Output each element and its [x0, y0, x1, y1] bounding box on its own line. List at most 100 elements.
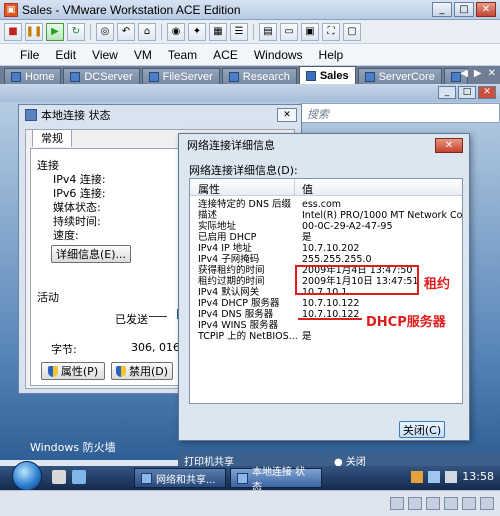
details-titlebar: 网络连接详细信息 ✕	[179, 134, 469, 156]
lease-annotation: 租约	[424, 277, 451, 292]
tabs-icon[interactable]: ▢	[343, 22, 361, 41]
tab-next-icon[interactable]: ▶	[474, 68, 482, 79]
menu-edit[interactable]: Edit	[55, 48, 76, 62]
start-button[interactable]	[12, 461, 42, 491]
minimize-icon[interactable]: _	[432, 2, 452, 17]
table-row[interactable]: 已启用 DHCP 是	[190, 232, 462, 243]
ace-icon[interactable]: ✦	[188, 22, 206, 41]
vm-tab-strip: Home DCServer FileServer Research Sales …	[0, 66, 500, 84]
menu-view[interactable]: View	[92, 48, 118, 62]
menu-windows[interactable]: Windows	[254, 48, 303, 62]
home-icon	[11, 71, 21, 82]
disable-button[interactable]: 禁用(D)	[111, 362, 173, 380]
hard-disk-icon[interactable]	[390, 497, 404, 510]
volume-icon[interactable]	[445, 470, 458, 483]
device-icons	[390, 497, 494, 510]
tab-servercore[interactable]: ServerCore	[357, 68, 442, 84]
table-row[interactable]: IPv4 DHCP 服务器 10.7.10.122	[190, 298, 462, 309]
tab-navigation: ◀ ▶ ✕	[460, 68, 496, 79]
quick-launch	[52, 470, 86, 484]
firewall-label[interactable]: Windows 防火墙	[30, 439, 116, 455]
vm-icon	[364, 71, 375, 82]
properties-button[interactable]: 属性(P)	[41, 362, 105, 380]
sound-icon[interactable]	[462, 497, 476, 510]
suspend-icon[interactable]: ❚❚	[25, 22, 43, 41]
network-icon	[141, 472, 152, 484]
taskbar-connection-status[interactable]: 本地连接 状态	[230, 467, 322, 493]
minimize-icon[interactable]: _	[438, 86, 456, 99]
show-desktop-icon[interactable]	[52, 470, 66, 484]
console-icon[interactable]: ▭	[280, 22, 298, 41]
package-icon[interactable]: ▦	[209, 22, 227, 41]
menu-bar: File Edit View VM Team ACE Windows Help	[0, 44, 500, 66]
table-row[interactable]: IPv4 IP 地址 10.7.10.202	[190, 243, 462, 254]
close-icon[interactable]: ✕	[435, 138, 463, 153]
table-row[interactable]: 连接特定的 DNS 后缀 ess.com	[190, 199, 462, 210]
background-window-titlebar: _ □ ✕	[0, 84, 500, 102]
power-off-icon[interactable]: ■	[4, 22, 22, 41]
cdrom-icon[interactable]	[408, 497, 422, 510]
maximize-icon[interactable]: □	[454, 2, 474, 17]
full-screen-icon[interactable]: ⛶	[322, 22, 340, 41]
bytes-label: 字节:	[51, 343, 77, 356]
vm-icon	[228, 71, 239, 82]
snapshot-manager-icon[interactable]: ⌂	[138, 22, 156, 41]
tab-dcserver[interactable]: DCServer	[63, 68, 140, 84]
usb-icon[interactable]	[444, 497, 458, 510]
menu-vm[interactable]: VM	[134, 48, 152, 62]
vmware-logo-icon: ▣	[4, 2, 18, 17]
window-title: Sales - VMware Workstation ACE Edition	[22, 2, 241, 17]
close-icon[interactable]: ✕	[277, 108, 297, 122]
bytes-sent-value: 306, 016	[131, 341, 180, 354]
column-property[interactable]: 属性	[198, 181, 220, 197]
details-button[interactable]: 详细信息(E)...	[51, 245, 131, 263]
message-icon[interactable]	[480, 497, 494, 510]
vm-icon	[148, 71, 159, 82]
table-row[interactable]: TCPIP 上的 NetBIOS... 是	[190, 331, 462, 342]
tab-sales[interactable]: Sales	[298, 66, 356, 84]
reset-icon[interactable]: ↻	[67, 22, 85, 41]
switch-windows-icon[interactable]	[72, 470, 86, 484]
dhcp-server-annotation: DHCP服务器	[366, 315, 446, 330]
quick-switch-icon[interactable]: ▣	[301, 22, 319, 41]
clock[interactable]: 13:58	[462, 470, 494, 483]
close-button[interactable]: 关闭(C)	[399, 421, 445, 438]
network-tray-icon[interactable]	[428, 470, 441, 483]
menu-ace[interactable]: ACE	[213, 48, 238, 62]
vm-icon	[70, 71, 81, 82]
snapshot-icon[interactable]: ◎	[96, 22, 114, 41]
notification-area: 13:58	[411, 470, 494, 483]
status-window-title: 本地连接 状态	[41, 109, 111, 122]
details-caption: 网络连接详细信息(D):	[189, 164, 298, 177]
sidebar-icon[interactable]: ▤	[259, 22, 277, 41]
tab-research[interactable]: Research	[221, 68, 297, 84]
network-icon	[25, 109, 37, 121]
close-icon[interactable]: ✕	[478, 86, 496, 99]
vmware-statusbar	[0, 490, 500, 516]
shield-icon	[115, 365, 126, 377]
column-value[interactable]: 值	[302, 181, 313, 197]
table-row[interactable]: IPv4 子网掩码 255.255.255.0	[190, 254, 462, 265]
tab-fileserver[interactable]: FileServer	[141, 68, 220, 84]
taskbar-network-center[interactable]: 网络和共享...	[134, 468, 226, 488]
tab-close-icon[interactable]: ✕	[488, 68, 496, 79]
tab-prev-icon[interactable]: ◀	[460, 68, 468, 79]
language-icon[interactable]	[411, 470, 424, 483]
search-box[interactable]: 搜索	[300, 103, 500, 123]
background-window-strip: 打印机共享 ● 关闭	[178, 452, 500, 468]
menu-help[interactable]: Help	[319, 48, 344, 62]
table-row[interactable]: 实际地址 00-0C-29-A2-47-95	[190, 221, 462, 232]
close-icon[interactable]: ✕	[476, 2, 496, 17]
summary-icon[interactable]: ☰	[230, 22, 248, 41]
tab-general[interactable]: 常规	[32, 129, 72, 147]
network-adapter-icon[interactable]	[426, 497, 440, 510]
menu-team[interactable]: Team	[168, 48, 197, 62]
revert-snapshot-icon[interactable]: ↶	[117, 22, 135, 41]
power-on-icon[interactable]: ▶	[46, 22, 64, 41]
table-row[interactable]: 描述 Intel(R) PRO/1000 MT Network Conn	[190, 210, 462, 221]
tab-home[interactable]: Home	[4, 68, 62, 84]
menu-file[interactable]: File	[20, 48, 39, 62]
maximize-icon[interactable]: □	[458, 86, 476, 99]
team-icon[interactable]: ◉	[167, 22, 185, 41]
guest-taskbar: 网络和共享... 本地连接 状态 13:58	[0, 461, 500, 493]
